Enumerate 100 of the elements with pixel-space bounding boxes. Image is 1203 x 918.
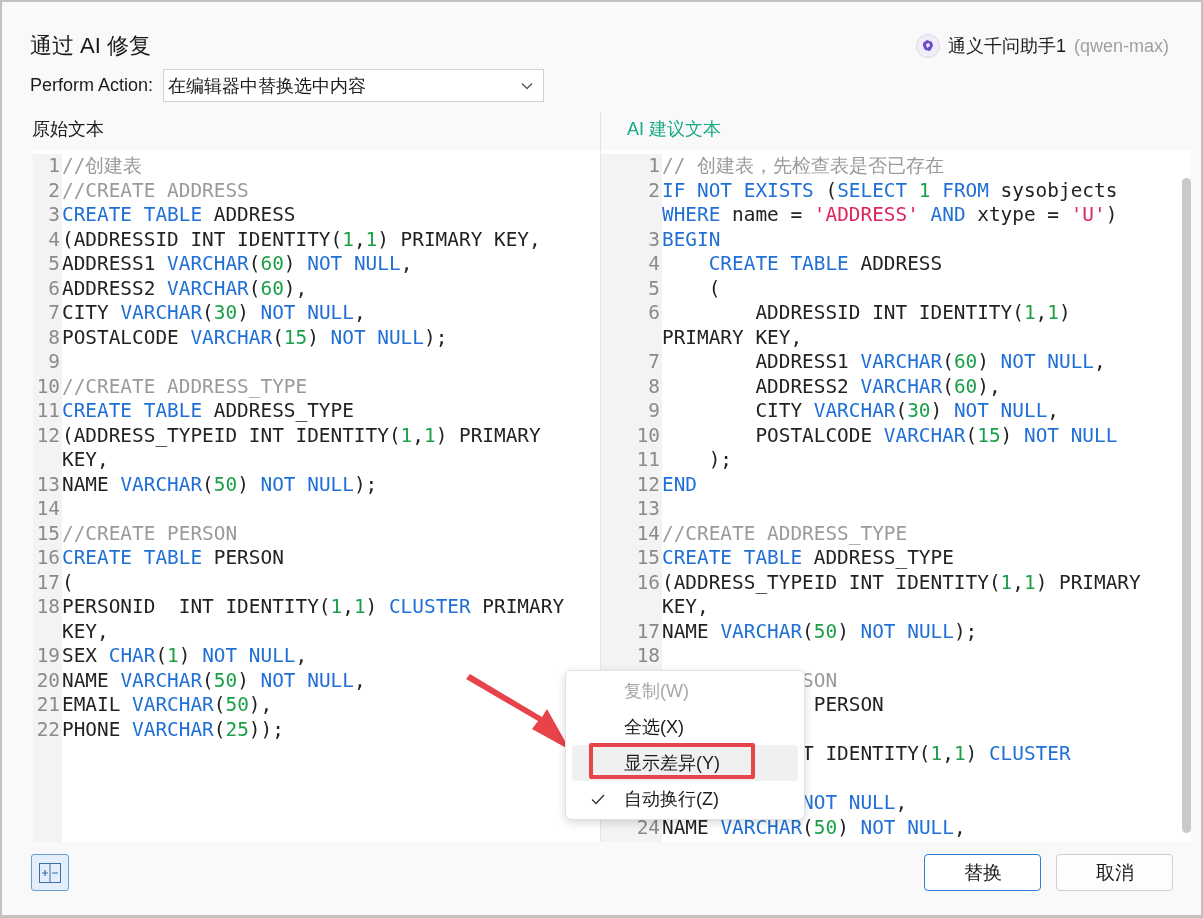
line-number: 13: [36, 472, 60, 496]
line-number: 1: [648, 154, 660, 177]
code-line: CITY VARCHAR(30) NOT NULL,: [62, 301, 366, 326]
line-number: 21: [36, 693, 60, 716]
line-number: 8: [648, 374, 660, 398]
line-number: 5: [648, 276, 660, 300]
panel-label: 原始文本: [31, 118, 105, 141]
code-line: CREATE TABLE ADDRESS_TYPE: [62, 399, 354, 424]
code-line: ADDRESS2 VARCHAR(60),: [62, 276, 308, 301]
dialog-title: 通过 AI 修复: [30, 32, 151, 60]
action-dropdown[interactable]: 在编辑器中替换选中内容: [163, 69, 545, 102]
menu-item[interactable]: 自动换行(Z): [572, 781, 798, 817]
line-number: 1: [48, 154, 60, 177]
code-line: POSTALCODE VARCHAR(15) NOT NULL);: [62, 325, 448, 350]
diff-toggle-button[interactable]: [31, 854, 69, 891]
line-number: 9: [48, 350, 60, 373]
line-number: 4: [48, 227, 60, 251]
scrollbar[interactable]: [1182, 178, 1191, 833]
line-number: 12: [36, 423, 60, 447]
line-number: 22: [36, 717, 60, 741]
code-line: //CREATE PERSON: [62, 521, 238, 546]
code-line: CITY VARCHAR(30) NOT NULL,: [755, 399, 1059, 424]
line-number: 10: [36, 374, 60, 398]
code-line: BEGIN: [662, 227, 721, 252]
code-line: KEY,: [62, 619, 109, 644]
code-editor[interactable]: [33, 150, 600, 842]
code-line: (ADDRESS_TYPEID INT IDENTITY(1,1) PRIMARY: [62, 423, 541, 448]
line-number: 7: [48, 301, 60, 324]
line-number: 16: [636, 570, 660, 594]
code-line: WHERE name = 'ADDRESS' AND xtype = 'U'): [662, 203, 1118, 228]
code-line: CREATE TABLE ADDRESS_TYPE: [662, 546, 954, 571]
line-number: 15: [36, 521, 60, 545]
code-line: POSTALCODE VARCHAR(15) NOT NULL: [755, 423, 1118, 448]
code-line: IF NOT EXISTS (SELECT 1 FROM sysobjects: [662, 178, 1118, 203]
code-line: // 创建表，先检查表是否已存在: [662, 154, 945, 179]
code-line: EMAIL VARCHAR(50),: [62, 693, 273, 718]
code-line: PHONE VARCHAR(25));: [62, 717, 284, 742]
code-line: );: [708, 448, 733, 473]
code-line: END: [662, 472, 698, 497]
line-number: 6: [48, 276, 60, 300]
code-line: //CREATE ADDRESS_TYPE: [62, 374, 308, 399]
code-line: (ADDRESSID INT IDENTITY(1,1) PRIMARY KEY,: [62, 227, 541, 252]
model-name: (qwen-max): [1073, 35, 1169, 57]
code-line: (: [708, 276, 721, 301]
code-line: CREATE TABLE PERSON: [62, 546, 284, 571]
code-line: NAME VARCHAR(50) NOT NULL,: [662, 815, 966, 840]
code-line: CREATE TABLE ADDRESS: [62, 203, 296, 228]
line-number: 9: [648, 399, 660, 422]
line-number: 24: [636, 815, 660, 839]
line-number: 12: [636, 472, 660, 496]
menu-item[interactable]: 全选(X): [572, 709, 798, 745]
line-number: 2: [648, 178, 660, 202]
line-number: 16: [36, 546, 60, 569]
line-number: 20: [36, 668, 60, 692]
cancel-button[interactable]: 取消: [1056, 854, 1173, 891]
code-line: ADDRESS1 VARCHAR(60) NOT NULL,: [62, 252, 413, 277]
code-line: CREATE TABLE ADDRESS: [708, 252, 943, 277]
code-editor[interactable]: [601, 150, 1191, 842]
line-number: 18: [636, 644, 660, 667]
line-number: 8: [48, 325, 60, 349]
line-number: 3: [48, 203, 60, 226]
code-line: NAME VARCHAR(50) NOT NULL);: [62, 472, 378, 497]
code-line: PRIMARY KEY,: [662, 325, 803, 350]
code-line: SEX CHAR(1) NOT NULL,: [62, 644, 308, 669]
line-number: 5: [48, 252, 60, 275]
code-line: //CREATE ADDRESS_TYPE: [662, 521, 908, 546]
chevron-down-icon: [521, 81, 534, 90]
line-number: 6: [648, 301, 660, 324]
line-number: 10: [636, 423, 660, 447]
line-number: 17: [636, 619, 660, 643]
code-line: (: [62, 570, 74, 595]
code-line: SON: [802, 668, 838, 693]
code-line: KEY,: [662, 595, 709, 620]
line-number: 4: [648, 252, 660, 275]
code-line: (ADDRESS_TYPEID INT IDENTITY(1,1) PRIMARY: [662, 570, 1141, 595]
panel-label: AI 建议文本: [626, 118, 722, 141]
plus-minus-icon: [39, 862, 61, 883]
line-number: 14: [36, 497, 60, 520]
line-number: 13: [636, 497, 660, 520]
line-number: 11: [36, 399, 60, 422]
code-line: //CREATE ADDRESS: [62, 178, 249, 203]
line-number: 2: [48, 178, 60, 202]
line-number: 7: [648, 350, 660, 373]
line-number: 15: [636, 546, 660, 569]
line-number: 14: [636, 521, 660, 545]
line-number: 17: [36, 570, 60, 594]
assistant-name: 通义千问助手1: [947, 35, 1066, 58]
replace-button[interactable]: 替换: [924, 854, 1041, 891]
code-line: ADDRESSID INT IDENTITY(1,1): [755, 301, 1071, 326]
code-line: NAME VARCHAR(50) NOT NULL);: [662, 619, 978, 644]
code-line: ADDRESS2 VARCHAR(60),: [755, 374, 1001, 399]
code-line: PERSON: [813, 693, 884, 718]
code-line: KEY,: [62, 448, 109, 473]
code-line: NAME VARCHAR(50) NOT NULL,: [62, 668, 366, 693]
code-line: PERSONID INT IDENTITY(1,1) CLUSTER PRIMARY: [62, 595, 565, 620]
action-label: Perform Action:: [30, 75, 154, 96]
line-number: 3: [648, 227, 660, 251]
line-number: 18: [36, 595, 60, 618]
code-line: ADDRESS1 VARCHAR(60) NOT NULL,: [755, 350, 1106, 375]
line-number: 11: [636, 448, 660, 471]
